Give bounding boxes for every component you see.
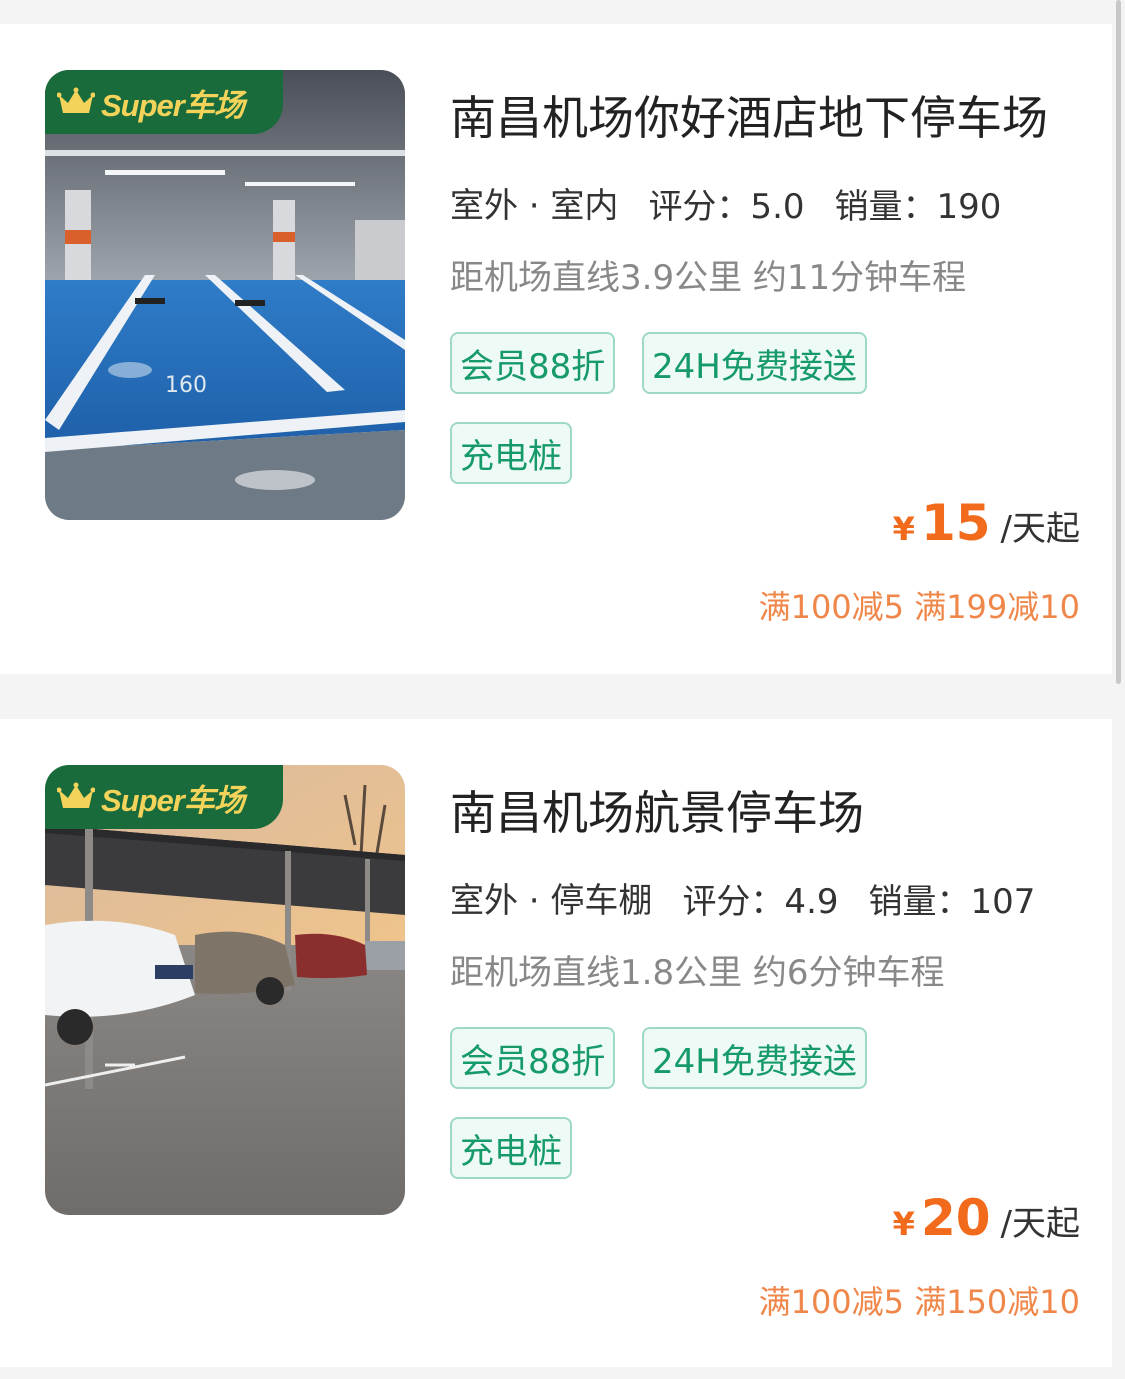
parking-lot-rating: 评分：5.0 (648, 187, 805, 227)
price-currency: ¥ (892, 1205, 915, 1243)
crown-icon (57, 87, 95, 113)
parking-lot-photo[interactable]: 160 Super车场 (45, 70, 405, 520)
carport-parking-photo-icon (45, 765, 405, 1215)
parking-lot-distance: 距机场直线1.8公里 约6分钟车程 (450, 953, 945, 993)
top-gap (0, 0, 1125, 24)
parking-lot-card[interactable]: 160 Super车场 南昌机场你好酒店地下停车场 室外 · 室内 评分：5.0… (0, 24, 1112, 674)
parking-lot-promo: 满100减5 满199减10 (758, 588, 1080, 626)
tag-member-discount: 会员88折 (450, 1027, 616, 1089)
price-value: 20 (920, 1189, 991, 1247)
underground-parking-photo-icon: 160 (45, 70, 405, 520)
parking-lot-type: 室外 · 室内 (450, 178, 619, 233)
parking-lot-photo[interactable]: Super车场 (45, 765, 405, 1215)
parking-lot-distance: 距机场直线3.9公里 约11分钟车程 (450, 258, 967, 298)
parking-lot-sales: 销量：190 (834, 187, 1002, 227)
parking-lot-card[interactable]: Super车场 南昌机场航景停车场 室外 · 停车棚 评分：4.9 销量：107… (0, 719, 1112, 1367)
price-currency: ¥ (892, 510, 915, 548)
price-unit: /天起 (1000, 1204, 1080, 1244)
parking-lot-sales: 销量：107 (868, 882, 1036, 922)
tag-free-shuttle: 24H免费接送 (642, 332, 867, 394)
scrollbar[interactable] (1116, 0, 1121, 684)
svg-text:160: 160 (165, 373, 207, 398)
tag-free-shuttle: 24H免费接送 (642, 1027, 867, 1089)
parking-lot-rating: 评分：4.9 (682, 882, 839, 922)
parking-lot-type: 室外 · 停车棚 (450, 873, 653, 928)
tag-charging-pile: 充电桩 (450, 422, 572, 484)
parking-lot-price: ¥ 20 /天起 (893, 1189, 1080, 1247)
price-value: 15 (920, 494, 991, 552)
crown-icon (57, 782, 95, 808)
super-lot-badge-text: Super车场 (101, 782, 245, 818)
tag-member-discount: 会员88折 (450, 332, 616, 394)
parking-lot-promo: 满100减5 满150减10 (758, 1283, 1080, 1321)
super-lot-badge: Super车场 (45, 765, 283, 829)
price-unit: /天起 (1000, 509, 1080, 549)
parking-lot-meta: 室外 · 室内 评分：5.0 销量：190 (450, 178, 1031, 233)
parking-lot-name[interactable]: 南昌机场你好酒店地下停车场 (450, 82, 1048, 148)
tag-charging-pile: 充电桩 (450, 1117, 572, 1179)
parking-lot-meta: 室外 · 停车棚 评分：4.9 销量：107 (450, 873, 1065, 928)
parking-lot-price: ¥ 15 /天起 (893, 494, 1080, 552)
super-lot-badge-text: Super车场 (101, 87, 245, 123)
super-lot-badge: Super车场 (45, 70, 283, 134)
parking-lot-name[interactable]: 南昌机场航景停车场 (450, 777, 864, 843)
